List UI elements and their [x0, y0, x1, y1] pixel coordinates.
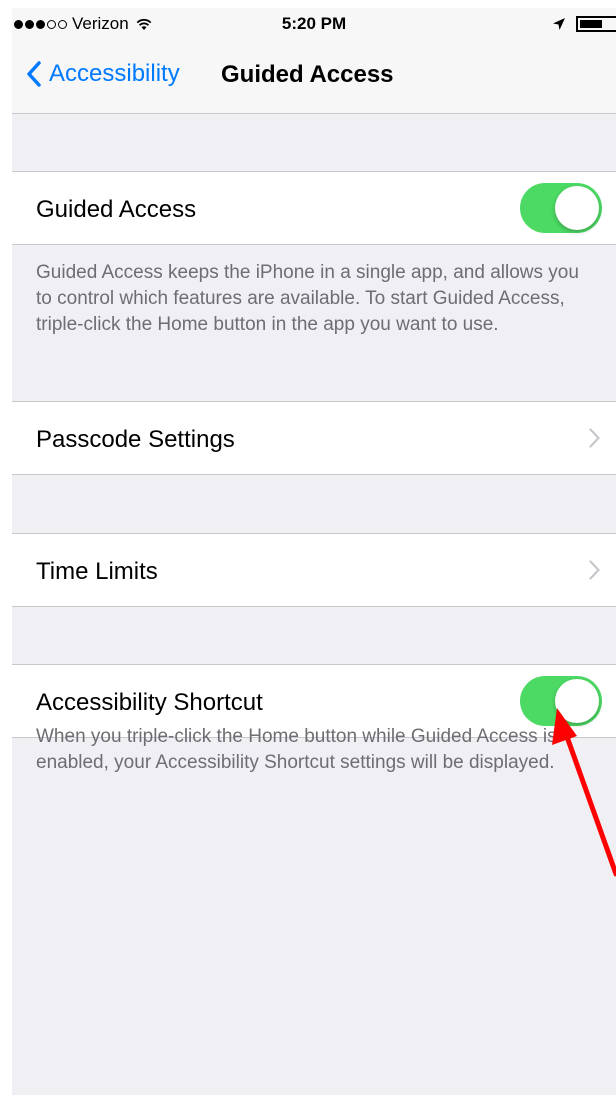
passcode-settings-row[interactable]: Passcode Settings: [12, 402, 616, 474]
passcode-settings-label: Passcode Settings: [36, 426, 235, 453]
guided-access-label: Guided Access: [36, 196, 197, 223]
settings-screen: Verizon 5:20 PM Accessibility Guided Acc…: [12, 8, 616, 1095]
location-arrow-icon: [553, 18, 565, 30]
status-bar-right: [552, 16, 616, 32]
passcode-settings-group: Passcode Settings: [12, 401, 616, 475]
page-title: Guided Access: [221, 61, 394, 88]
status-bar: Verizon 5:20 PM: [12, 8, 616, 40]
chevron-right-icon: [589, 560, 600, 580]
guided-access-toggle[interactable]: [520, 183, 602, 233]
time-limits-row[interactable]: Time Limits: [12, 534, 616, 606]
guided-access-footer: Guided Access keeps the iPhone in a sing…: [36, 262, 579, 335]
navigation-bar: Accessibility Guided Access: [12, 40, 616, 114]
chevron-left-icon: [27, 61, 41, 87]
toggle-knob: [555, 679, 599, 723]
battery-level: [580, 20, 602, 28]
accessibility-shortcut-label: Accessibility Shortcut: [36, 689, 263, 716]
back-button-label: Accessibility: [49, 60, 180, 87]
guided-access-group: Guided Access: [12, 171, 616, 245]
guided-access-row: Guided Access: [12, 172, 616, 244]
accessibility-shortcut-footer: When you triple-click the Home button wh…: [36, 726, 557, 773]
accessibility-shortcut-toggle[interactable]: [520, 676, 602, 726]
toggle-knob: [555, 186, 599, 230]
time-limits-label: Time Limits: [36, 558, 158, 585]
time-limits-group: Time Limits: [12, 533, 616, 607]
back-button[interactable]: Accessibility: [26, 60, 180, 88]
status-time: 5:20 PM: [281, 14, 347, 33]
battery-icon: [576, 16, 616, 32]
chevron-right-icon: [589, 428, 600, 448]
